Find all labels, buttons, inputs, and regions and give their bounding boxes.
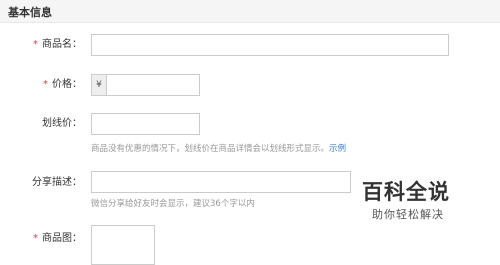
strike-price-label: 划线价： (42, 118, 82, 129)
strike-price-input[interactable] (91, 113, 200, 135)
share-desc-label: 分享描述： (32, 177, 82, 188)
price-input[interactable] (106, 74, 200, 96)
price-label: * 价格： (43, 79, 82, 90)
example-link[interactable]: 示例 (329, 144, 346, 154)
section-title: 基本信息 (8, 6, 52, 19)
product-image-upload[interactable] (91, 225, 155, 265)
required-marker: * (43, 79, 48, 90)
share-desc-input[interactable] (91, 171, 351, 193)
required-marker: * (33, 39, 38, 50)
product-name-label: * 商品名： (33, 39, 82, 50)
watermark-title: 百科全说 (362, 180, 450, 204)
product-image-label: * 商品图： (33, 233, 82, 244)
strike-price-help: 商品没有优惠的情况下，划线价在商品详情会以划线形式显示。示例 (91, 144, 347, 154)
share-desc-help: 微信分享给好友时会显示，建议36个字以内 (91, 199, 255, 209)
product-name-input[interactable] (91, 34, 449, 56)
watermark-subtitle: 助你轻松解决 (372, 208, 444, 221)
required-marker: * (33, 233, 38, 244)
currency-addon: ¥ (91, 74, 106, 96)
section-header: 基本信息 (0, 0, 500, 23)
